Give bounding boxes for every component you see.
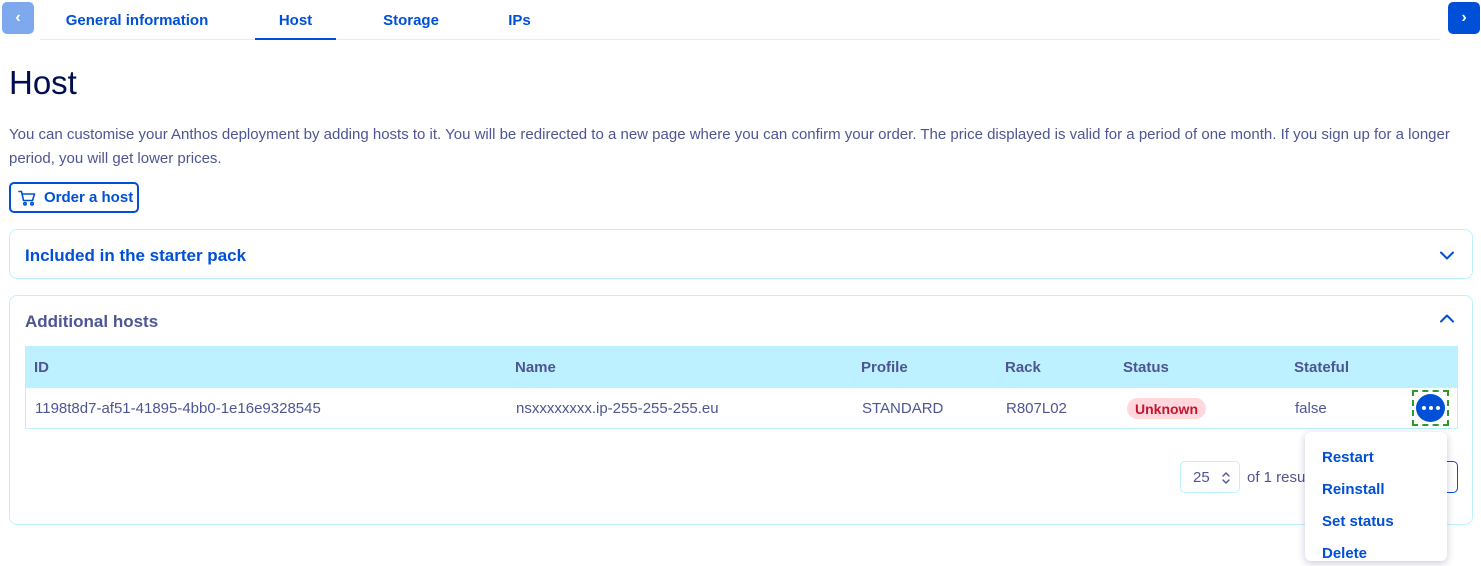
more-horizontal-icon-dot [1428, 406, 1433, 410]
tab-host[interactable]: Host [255, 0, 336, 40]
column-header-id: ID [34, 359, 49, 376]
page-title: Host [9, 64, 77, 101]
cell-id: 1198t8d7-af51-41895-4bb0-1e16e9328545 [35, 400, 321, 417]
menu-item-delete[interactable]: Delete [1305, 537, 1447, 566]
tab-general-information[interactable]: General information [54, 0, 220, 40]
cell-profile: STANDARD [862, 400, 944, 417]
chevron-right-icon: › [1461, 9, 1467, 26]
results-count: of 1 resul [1247, 469, 1309, 486]
chevron-down-icon [1440, 251, 1454, 260]
column-header-profile: Profile [861, 359, 908, 376]
menu-item-reinstall[interactable]: Reinstall [1305, 473, 1447, 505]
menu-item-restart[interactable]: Restart [1305, 441, 1447, 473]
starter-pack-panel[interactable]: Included in the starter pack [9, 229, 1473, 279]
menu-item-set-status[interactable]: Set status [1305, 505, 1447, 537]
chevron-left-icon: ‹ [15, 9, 21, 26]
status-badge: Unknown [1127, 398, 1206, 419]
additional-hosts-title[interactable]: Additional hosts [25, 312, 158, 332]
more-horizontal-icon-dot [1435, 406, 1440, 410]
more-horizontal-icon [1421, 406, 1426, 410]
tabs-scroll-right-button[interactable]: › [1448, 2, 1480, 34]
column-header-status: Status [1123, 359, 1169, 376]
tabs: General information Host Storage IPs [40, 0, 1440, 40]
table-row: 1198t8d7-af51-41895-4bb0-1e16e9328545 ns… [25, 388, 1458, 429]
cell-rack: R807L02 [1006, 400, 1067, 417]
table-header: ID Name Profile Rack Status Stateful [25, 346, 1458, 388]
additional-hosts-panel: Additional hosts ID Name Profile Rack St… [9, 295, 1473, 525]
column-header-stateful: Stateful [1294, 359, 1350, 376]
tabs-scroll-left-button[interactable]: ‹ [2, 2, 34, 34]
row-actions-menu: Restart Reinstall Set status Delete [1305, 432, 1447, 562]
sort-updown-icon [1222, 472, 1230, 484]
tab-storage[interactable]: Storage [370, 0, 452, 40]
cell-stateful: false [1295, 400, 1327, 417]
cart-icon [18, 190, 36, 206]
chevron-up-icon[interactable] [1438, 310, 1456, 328]
page-size-value: 25 [1193, 469, 1210, 486]
row-actions-button[interactable] [1416, 394, 1445, 422]
tab-bar: ‹ General information Host Storage IPs › [0, 0, 1481, 40]
starter-pack-title: Included in the starter pack [25, 246, 247, 265]
tab-ips[interactable]: IPs [492, 0, 547, 40]
hosts-table: ID Name Profile Rack Status Stateful 119… [25, 346, 1458, 429]
column-header-name: Name [515, 359, 556, 376]
order-host-label: Order a host [44, 189, 134, 206]
column-header-rack: Rack [1005, 359, 1041, 376]
order-host-button[interactable]: Order a host [9, 182, 139, 213]
page-size-select[interactable]: 25 [1180, 461, 1240, 493]
page-description: You can customise your Anthos deployment… [9, 126, 1450, 167]
cell-name: nsxxxxxxxx.ip-255-255-255.eu [516, 400, 719, 417]
